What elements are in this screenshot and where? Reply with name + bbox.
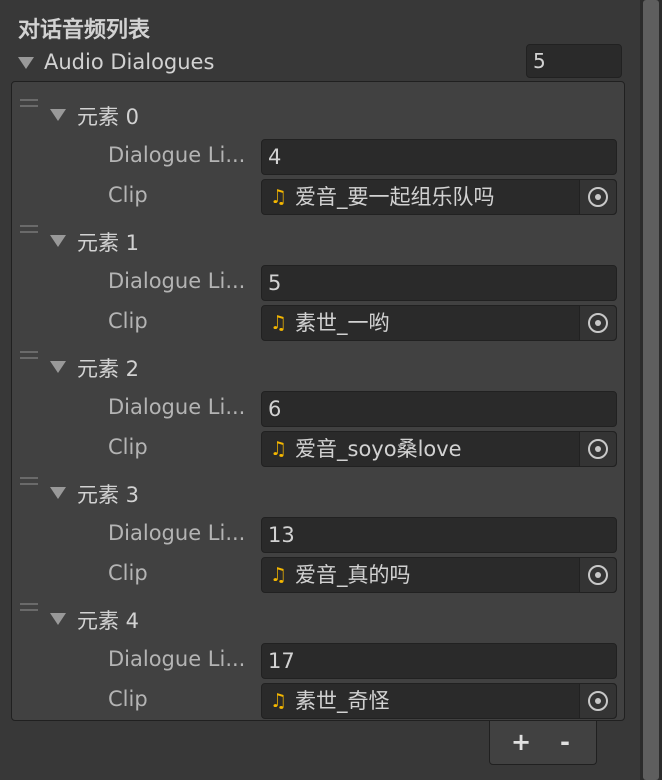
dialogue-line-field[interactable]: 17 [261,643,617,679]
foldout-triangle-icon[interactable] [50,361,66,373]
list-footer: + - [489,721,597,765]
foldout-triangle-icon[interactable] [50,613,66,625]
list-element: 元素 1 Dialogue Li... 5 Clip ♫ 素世_一哟 [12,216,624,342]
dialogue-line-field[interactable]: 4 [261,139,617,175]
clip-label: Clip [108,183,148,207]
foldout-triangle-icon[interactable] [50,235,66,247]
music-note-icon: ♫ [270,564,288,586]
drag-handle-icon[interactable] [20,477,38,487]
clip-label: Clip [108,687,148,711]
dialogue-line-label: Dialogue Li... [108,521,246,545]
clip-label: Clip [108,435,148,459]
vertical-scrollbar[interactable] [640,0,662,780]
object-picker-icon [588,187,608,207]
object-picker-button[interactable] [579,684,616,718]
music-note-icon: ♫ [270,312,288,334]
element-label: 元素 3 [77,483,140,507]
element-label: 元素 1 [77,231,140,255]
drag-handle-icon[interactable] [20,99,38,109]
dialogue-line-label: Dialogue Li... [108,143,246,167]
clip-object-field[interactable]: ♫ 素世_奇怪 [261,683,617,719]
audio-dialogues-foldout[interactable]: Audio Dialogues 5 [16,44,626,80]
object-picker-icon [588,691,608,711]
clip-label: Clip [108,561,148,585]
scrollbar-thumb[interactable] [643,0,659,780]
section-header: 对话音频列表 [18,18,151,43]
drag-handle-icon[interactable] [20,351,38,361]
element-label: 元素 0 [77,105,140,129]
object-picker-button[interactable] [579,180,616,214]
music-note-icon: ♫ [270,438,288,460]
object-picker-icon [588,439,608,459]
drag-handle-icon[interactable] [20,603,38,613]
list-element: 元素 0 Dialogue Li... 4 Clip ♫ 爱音_要一起组乐队吗 [12,90,624,216]
object-picker-button[interactable] [579,558,616,592]
clip-name: 爱音_soyo桑love [295,437,462,461]
clip-name: 素世_一哟 [295,311,390,335]
foldout-triangle-icon[interactable] [50,487,66,499]
remove-element-button[interactable]: - [550,727,580,757]
element-label: 元素 4 [77,609,140,633]
object-picker-icon [588,565,608,585]
foldout-triangle-icon[interactable] [18,57,34,69]
list-element: 元素 4 Dialogue Li... 17 Clip ♫ 素世_奇怪 [12,594,624,720]
list-element: 元素 2 Dialogue Li... 6 Clip ♫ 爱音_soyo桑lov… [12,342,624,468]
list-container: 元素 0 Dialogue Li... 4 Clip ♫ 爱音_要一起组乐队吗 … [11,81,625,721]
music-note-icon: ♫ [270,690,288,712]
clip-object-field[interactable]: ♫ 爱音_soyo桑love [261,431,617,467]
clip-object-field[interactable]: ♫ 素世_一哟 [261,305,617,341]
list-element: 元素 3 Dialogue Li... 13 Clip ♫ 爱音_真的吗 [12,468,624,594]
dialogue-line-field[interactable]: 6 [261,391,617,427]
clip-object-field[interactable]: ♫ 爱音_要一起组乐队吗 [261,179,617,215]
clip-name: 素世_奇怪 [295,689,390,713]
music-note-icon: ♫ [270,186,288,208]
dialogue-line-field[interactable]: 13 [261,517,617,553]
object-picker-button[interactable] [579,306,616,340]
dialogue-line-label: Dialogue Li... [108,395,246,419]
list-size-field[interactable]: 5 [526,44,622,78]
drag-handle-icon[interactable] [20,225,38,235]
clip-name: 爱音_真的吗 [295,563,411,587]
dialogue-line-field[interactable]: 5 [261,265,617,301]
add-element-button[interactable]: + [506,727,536,757]
object-picker-icon [588,313,608,333]
clip-object-field[interactable]: ♫ 爱音_真的吗 [261,557,617,593]
element-label: 元素 2 [77,357,140,381]
foldout-triangle-icon[interactable] [50,109,66,121]
clip-label: Clip [108,309,148,333]
dialogue-line-label: Dialogue Li... [108,269,246,293]
object-picker-button[interactable] [579,432,616,466]
audio-dialogues-label: Audio Dialogues [44,50,215,74]
clip-name: 爱音_要一起组乐队吗 [295,185,495,209]
dialogue-line-label: Dialogue Li... [108,647,246,671]
